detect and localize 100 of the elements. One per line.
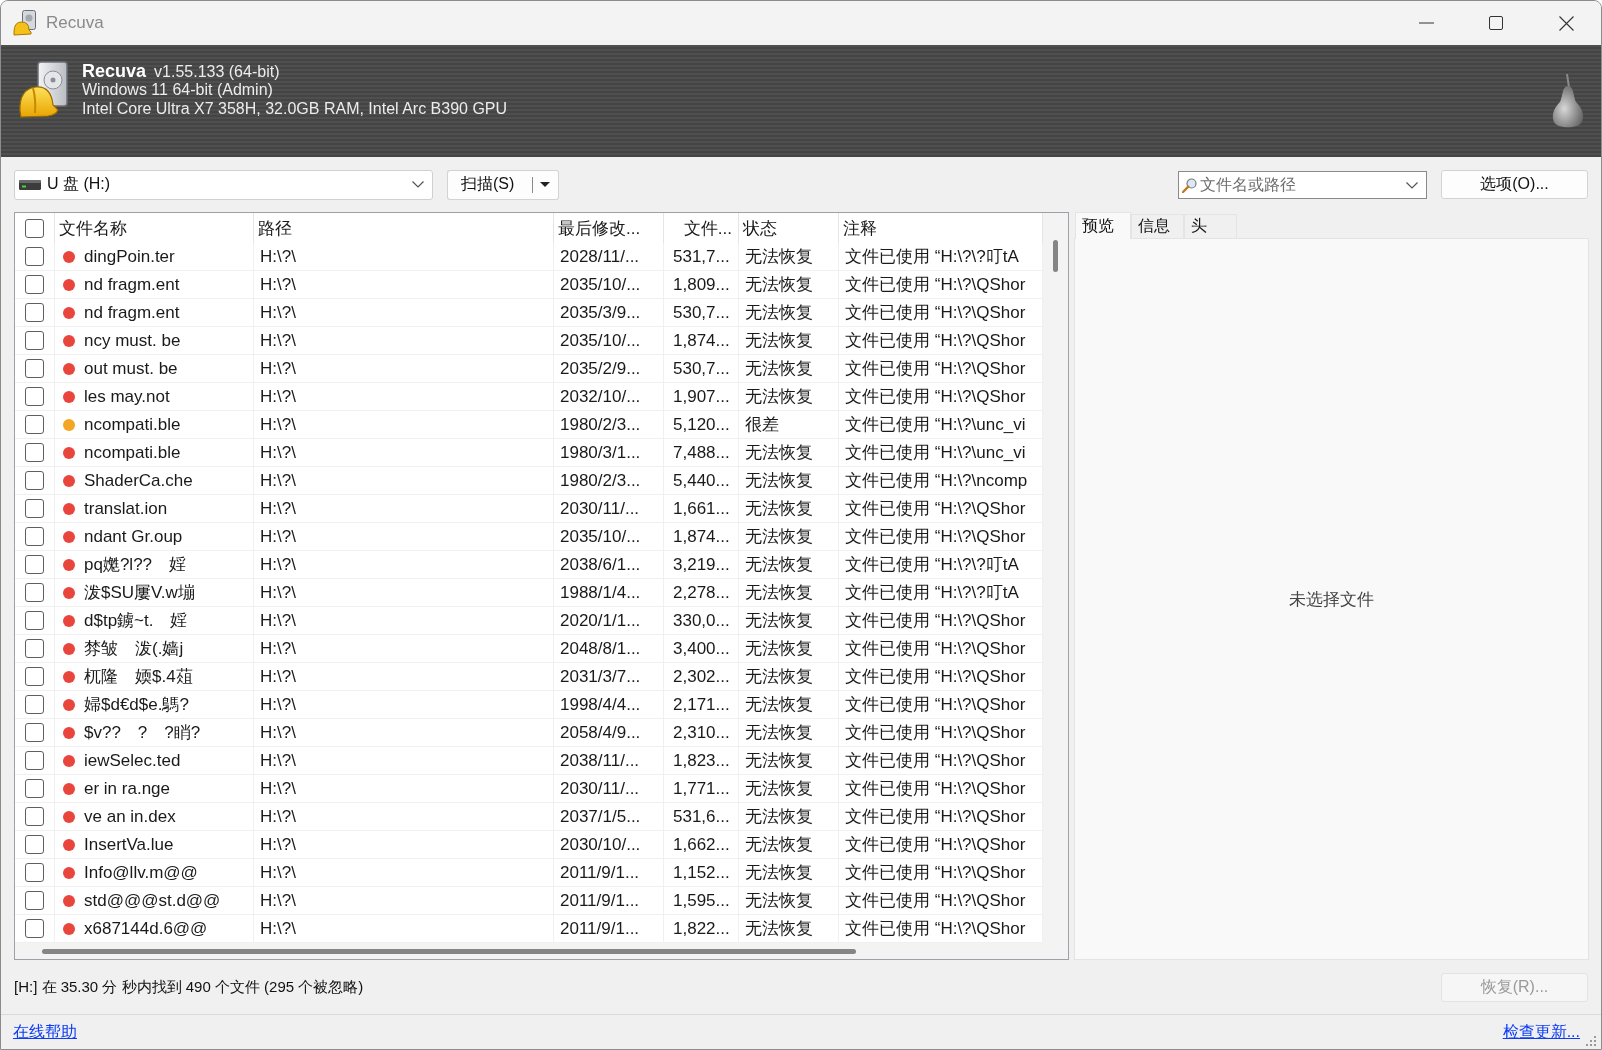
- scan-menu-button[interactable]: [532, 169, 559, 200]
- row-checkbox[interactable]: [25, 443, 44, 462]
- column-header[interactable]: 文件...: [664, 213, 739, 243]
- panel-tab[interactable]: 预览: [1075, 212, 1131, 239]
- table-cell: 2032/10/...: [554, 383, 664, 410]
- scrollbar-thumb[interactable]: [42, 948, 856, 954]
- row-checkbox[interactable]: [25, 387, 44, 406]
- search-field[interactable]: 文件名或路径: [1178, 170, 1427, 199]
- table-cell: 2037/1/5...: [554, 803, 664, 830]
- table-cell: 2,302...: [664, 663, 739, 690]
- table-cell: H:\?\: [254, 243, 554, 270]
- table-cell: 无法恢复: [739, 747, 839, 774]
- table-cell: 无法恢复: [739, 803, 839, 830]
- table-cell: 2048/8/1...: [554, 635, 664, 662]
- row-checkbox[interactable]: [25, 415, 44, 434]
- file-name: nd fragm.ent: [84, 274, 180, 295]
- row-checkbox[interactable]: [25, 723, 44, 742]
- file-name: les may.not: [84, 386, 170, 407]
- table-cell: 无法恢复: [739, 383, 839, 410]
- row-checkbox[interactable]: [25, 667, 44, 686]
- column-header[interactable]: 最后修改...: [554, 213, 664, 243]
- pear-icon: [1551, 73, 1585, 129]
- table-cell: 1,874...: [664, 523, 739, 550]
- file-name: x687144d.6@@: [84, 918, 208, 939]
- file-name: out must. be: [84, 358, 178, 379]
- vertical-scrollbar[interactable]: [1043, 213, 1068, 959]
- horizontal-scrollbar[interactable]: [15, 943, 1043, 959]
- row-checkbox[interactable]: [25, 275, 44, 294]
- table-cell: 1,809...: [664, 271, 739, 298]
- table-cell: 2,278...: [664, 579, 739, 606]
- table-cell: H:\?\: [254, 775, 554, 802]
- table-cell: 2011/9/1...: [554, 887, 664, 914]
- file-name: ncy must. be: [84, 330, 181, 351]
- row-checkbox[interactable]: [25, 751, 44, 770]
- table-cell: 531,7...: [664, 243, 739, 270]
- table-cell: 2020/1/1...: [554, 607, 664, 634]
- window-title: Recuva: [46, 13, 104, 33]
- row-checkbox[interactable]: [25, 359, 44, 378]
- row-checkbox[interactable]: [25, 499, 44, 518]
- row-checkbox[interactable]: [25, 919, 44, 938]
- table-cell: 2035/3/9...: [554, 299, 664, 326]
- row-checkbox[interactable]: [25, 863, 44, 882]
- table-cell: 1,874...: [664, 327, 739, 354]
- file-name: ncompati.ble: [84, 442, 181, 463]
- help-link[interactable]: 在线帮助: [13, 1021, 77, 1043]
- table-cell: 531,6...: [664, 803, 739, 830]
- table-cell: H:\?\: [254, 915, 554, 942]
- table-cell: H:\?\: [254, 299, 554, 326]
- table-cell: H:\?\: [254, 887, 554, 914]
- table-cell: 3,219...: [664, 551, 739, 578]
- drive-dropdown[interactable]: U 盘 (H:): [14, 169, 433, 200]
- row-checkbox[interactable]: [25, 611, 44, 630]
- file-name: nd fragm.ent: [84, 302, 180, 323]
- row-checkbox[interactable]: [25, 835, 44, 854]
- table-cell: H:\?\: [254, 579, 554, 606]
- table-cell: 很差: [739, 411, 839, 438]
- file-name: dingPoin.ter: [84, 246, 175, 267]
- row-checkbox[interactable]: [25, 331, 44, 350]
- scrollbar-thumb[interactable]: [1053, 240, 1058, 272]
- table-cell: 1,822...: [664, 915, 739, 942]
- options-button[interactable]: 选项(O)...: [1441, 170, 1588, 199]
- column-header[interactable]: 路径: [254, 213, 554, 243]
- row-checkbox[interactable]: [25, 639, 44, 658]
- table-cell: H:\?\: [254, 467, 554, 494]
- file-name: ncompati.ble: [84, 414, 181, 435]
- row-checkbox[interactable]: [25, 807, 44, 826]
- table-cell: 无法恢复: [739, 495, 839, 522]
- column-header[interactable]: 状态: [739, 213, 839, 243]
- table-cell: 1,662...: [664, 831, 739, 858]
- row-checkbox[interactable]: [25, 695, 44, 714]
- row-checkbox[interactable]: [25, 303, 44, 322]
- row-checkbox[interactable]: [25, 555, 44, 574]
- table-cell: 无法恢复: [739, 635, 839, 662]
- table-cell: 无法恢复: [739, 439, 839, 466]
- update-link[interactable]: 检查更新...: [1502, 1021, 1580, 1043]
- table-cell: 无法恢复: [739, 355, 839, 382]
- table-cell: 2,171...: [664, 691, 739, 718]
- table-cell: 1,595...: [664, 887, 739, 914]
- caret-icon: [540, 182, 550, 187]
- table-cell: H:\?\: [254, 355, 554, 382]
- file-name: translat.ion: [84, 498, 168, 519]
- app-name: Recuva: [82, 61, 147, 81]
- table-cell: 无法恢复: [739, 775, 839, 802]
- row-checkbox[interactable]: [25, 891, 44, 910]
- row-checkbox[interactable]: [25, 583, 44, 602]
- panel-tab[interactable]: 头: [1184, 214, 1237, 238]
- minimize-icon: [1418, 22, 1434, 24]
- hardware-info: Intel Core Ultra X7 358H, 32.0GB RAM, Intel Arc B390 GPU: [82, 99, 508, 119]
- select-all-checkbox[interactable]: [25, 218, 44, 238]
- panel-tab[interactable]: 信息: [1131, 214, 1184, 238]
- row-checkbox[interactable]: [25, 471, 44, 490]
- table-cell: H:\?\: [254, 495, 554, 522]
- row-checkbox[interactable]: [25, 247, 44, 266]
- row-checkbox[interactable]: [25, 779, 44, 798]
- scan-button[interactable]: 扫描(S): [447, 169, 532, 200]
- row-checkbox[interactable]: [25, 527, 44, 546]
- table-cell: 2030/11/...: [554, 495, 664, 522]
- table-cell: 1,771...: [664, 775, 739, 802]
- table-cell: H:\?\: [254, 803, 554, 830]
- column-header[interactable]: 文件名称: [55, 213, 254, 243]
